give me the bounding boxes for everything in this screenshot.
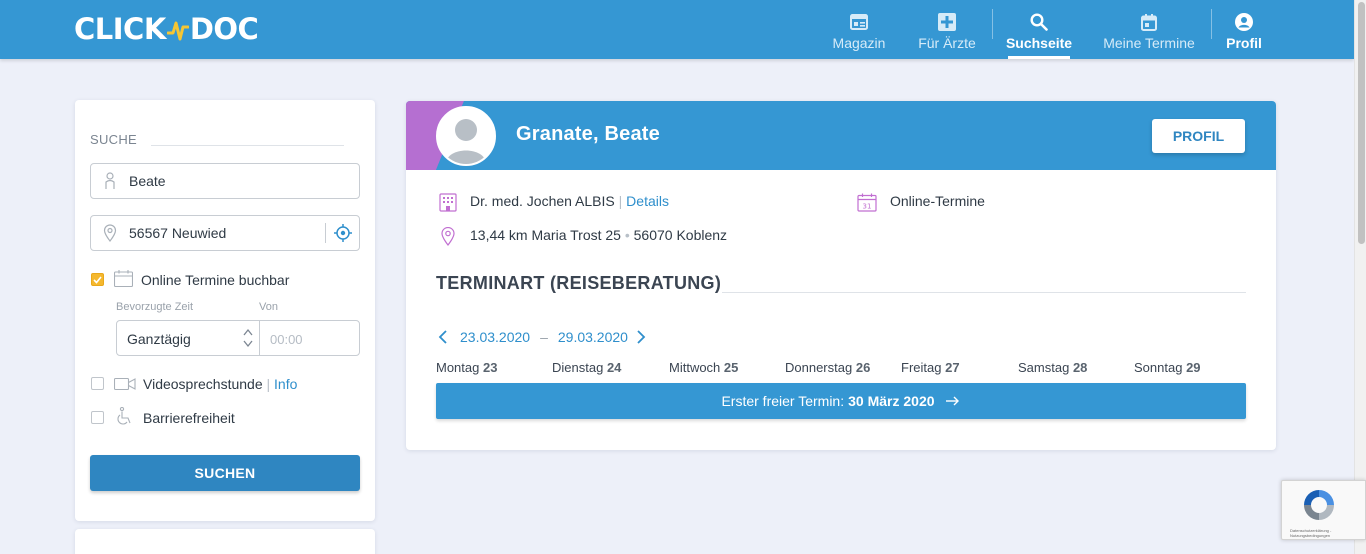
first-free-label: Erster freier Termin: (721, 393, 845, 409)
nav-suchseite[interactable]: Suchseite (1005, 0, 1073, 59)
recaptcha-badge[interactable]: Datenschutzerklärung - Nutzungsbedingung… (1281, 480, 1366, 540)
nav-magazin-label: Magazin (832, 35, 886, 51)
logo-pulse-icon (166, 21, 189, 41)
profile-button[interactable]: PROFIL (1152, 119, 1245, 153)
date-range-from: 23.03.2020 (460, 329, 531, 345)
terminart-title: TERMINART (REISEBERATUNG) (436, 273, 722, 293)
practice-name: Dr. med. Jochen ALBIS (470, 193, 615, 209)
doctor-name: Granate, Beate (516, 123, 660, 145)
videosprechstunde-label: Videosprechstunde (143, 376, 263, 392)
nav-fuer-aerzte[interactable]: Für Ärzte (917, 0, 977, 59)
recaptcha-terms[interactable]: Datenschutzerklärung - Nutzungsbedingung… (1290, 528, 1360, 538)
first-free-date: 30 März 2020 (848, 393, 935, 409)
day-header: Freitag 27 (901, 360, 960, 375)
calendar-icon (1141, 12, 1157, 32)
logo-text-left: CLICK (74, 12, 166, 46)
video-camera-icon (113, 377, 136, 396)
checkmark-icon (93, 275, 102, 284)
day-header: Dienstag 24 (552, 360, 622, 375)
day-header: Sonntag 29 (1134, 360, 1201, 375)
nav-profil[interactable]: Profil (1226, 0, 1262, 59)
time-preference-value: Ganztägig (127, 331, 191, 347)
clickdoc-logo[interactable]: CLICK DOC (74, 12, 259, 46)
day-header: Samstag 28 (1018, 360, 1088, 375)
avatar[interactable] (436, 106, 496, 166)
first-free-appointment-button[interactable]: Erster freier Termin: 30 März 2020 (436, 383, 1246, 419)
wheelchair-icon (116, 406, 134, 431)
location-value: 56567 Neuwied (129, 225, 227, 241)
magazine-icon (850, 12, 868, 32)
divider (151, 145, 344, 146)
doctor-result-card: Granate, Beate PROFIL Dr. med. Jochen AL… (406, 101, 1276, 450)
address-street: 13,44 km Maria Trost 25 (470, 227, 621, 243)
search-icon (1030, 12, 1048, 32)
videosprechstunde-checkbox[interactable] (91, 377, 104, 390)
arrow-right-icon (945, 396, 959, 406)
recaptcha-icon (1304, 490, 1334, 520)
online-termine-label: Online Termine buchbar (141, 272, 290, 288)
user-silhouette-icon (438, 108, 494, 164)
from-label: Von (259, 301, 278, 313)
name-search-value: Beate (129, 173, 166, 189)
day-header: Mittwoch 25 (669, 360, 739, 375)
nav-fuer-aerzte-label: Für Ärzte (918, 35, 976, 51)
medical-cross-icon (938, 12, 956, 32)
page-scrollbar[interactable] (1354, 0, 1366, 554)
pref-time-label: Bevorzugte Zeit (116, 301, 194, 313)
calendar-outline-icon (113, 270, 134, 292)
nav-profil-label: Profil (1226, 35, 1262, 51)
nav-suchseite-label: Suchseite (1005, 35, 1073, 51)
crosshair-icon (333, 224, 352, 242)
day-header: Montag 23 (436, 360, 498, 375)
time-preference-select[interactable]: Ganztägig (116, 320, 260, 356)
nav-meine-termine-label: Meine Termine (1103, 35, 1195, 51)
scrollbar-thumb[interactable] (1358, 2, 1365, 244)
person-icon (91, 172, 129, 190)
nav-magazin[interactable]: Magazin (832, 0, 886, 59)
barrierefreiheit-checkbox[interactable] (91, 411, 104, 424)
details-link[interactable]: Details (626, 193, 669, 209)
from-time-placeholder: 00:00 (270, 332, 303, 347)
nav-separator (992, 9, 993, 39)
practice-info: Dr. med. Jochen ALBIS | Details (470, 193, 669, 209)
nav-meine-termine[interactable]: Meine Termine (1101, 0, 1197, 59)
day-header: Donnerstag 26 (785, 360, 871, 375)
location-field[interactable]: 56567 Neuwied (90, 215, 360, 251)
location-pin-icon (441, 226, 455, 251)
from-time-input[interactable]: 00:00 (259, 320, 360, 356)
search-submit-button[interactable]: SUCHEN (90, 455, 360, 491)
address-city: 56070 Koblenz (633, 227, 728, 243)
select-arrows-icon (242, 327, 254, 352)
active-tab-underline (1008, 56, 1070, 59)
online-appointments-label: Online-Termine (890, 193, 985, 209)
online-termine-checkbox[interactable] (91, 273, 104, 286)
date-range-to: 29.03.2020 (557, 329, 628, 345)
locate-me-button[interactable] (325, 223, 359, 243)
result-card-header: Granate, Beate PROFIL (406, 101, 1276, 170)
location-pin-icon (91, 224, 129, 242)
videosprechstunde-option: Videosprechstunde | Info (143, 376, 298, 392)
user-circle-icon (1235, 12, 1253, 32)
divider (722, 292, 1246, 293)
svg-text:31: 31 (863, 203, 872, 211)
building-icon (439, 193, 457, 217)
date-range-navigation: 23.03.2020 – 29.03.2020 (436, 329, 648, 345)
logo-text-right: DOC (189, 12, 259, 46)
address-info: 13,44 km Maria Trost 25 • 56070 Koblenz (470, 227, 728, 243)
chevron-left-icon[interactable] (436, 329, 450, 345)
barrierefreiheit-label: Barrierefreiheit (143, 410, 235, 426)
secondary-panel (75, 529, 375, 554)
top-navigation-bar: CLICK DOC Magazin Für Ärzte Suchseite Me… (0, 0, 1354, 59)
calendar-31-icon: 31 (857, 193, 877, 217)
name-search-field[interactable]: Beate (90, 163, 360, 199)
nav-separator (1211, 9, 1212, 39)
search-title: SUCHE (90, 132, 138, 147)
chevron-right-icon[interactable] (634, 329, 648, 345)
search-panel: SUCHE Beate 56567 Neuwied Online Termine… (75, 100, 375, 521)
video-info-link[interactable]: Info (274, 376, 297, 392)
